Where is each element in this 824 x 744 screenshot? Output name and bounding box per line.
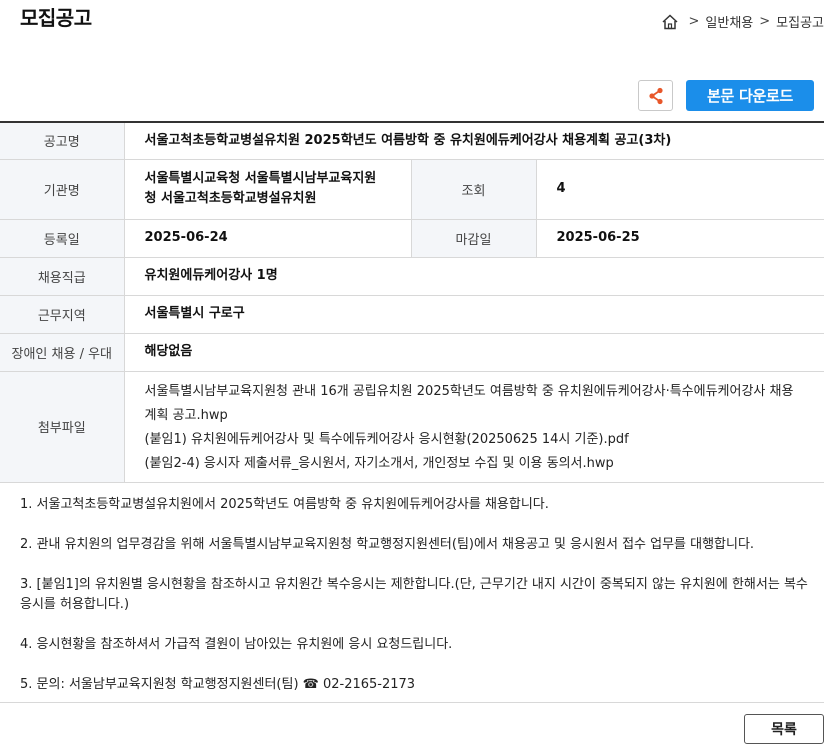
notice-paragraph: 1. 서울고척초등학교병설유치원에서 2025학년도 여름방학 중 유치원에듀케… (20, 497, 549, 512)
home-icon[interactable] (661, 13, 679, 31)
deadline-value: 2025-06-25 (536, 219, 824, 258)
table-row: 공고명 서울고척초등학교병설유치원 2025학년도 여름방학 중 유치원에듀케어… (0, 122, 824, 160)
page-title: 모집공고 (20, 6, 92, 30)
file-link-attachment-1[interactable]: (붙임1) 유치원에듀케어강사 및 특수에듀케어강사 응시현황(20250625… (145, 428, 805, 452)
position-value: 유치원에듀케어강사 1명 (124, 257, 824, 296)
breadcrumb-separator: > (759, 14, 771, 29)
title-value: 서울고척초등학교병설유치원 2025학년도 여름방학 중 유치원에듀케어강사 채… (124, 122, 824, 160)
share-button[interactable] (638, 80, 673, 111)
reg-date-value: 2025-06-24 (124, 219, 412, 258)
region-value: 서울특별시 구로구 (124, 295, 824, 334)
table-row: 장애인 채용 / 우대 해당없음 (0, 333, 824, 372)
table-row: 기관명 서울특별시교육청 서울특별시남부교육지원 청 서울고척초등학교병설유치원… (0, 159, 824, 220)
region-label: 근무지역 (0, 295, 125, 334)
files-label: 첨부파일 (0, 371, 125, 483)
breadcrumb: > 일반채용 > 모집공고 (661, 12, 824, 31)
disability-label: 장애인 채용 / 우대 (0, 333, 125, 372)
table-row: 근무지역 서울특별시 구로구 (0, 295, 824, 334)
org-value: 서울특별시교육청 서울특별시남부교육지원 청 서울고척초등학교병설유치원 (124, 159, 412, 220)
download-button[interactable]: 본문 다운로드 (686, 80, 814, 111)
notice-paragraph: 4. 응시현황을 참조하셔서 가급적 결원이 남아있는 유치원에 응시 요청드립… (20, 637, 453, 652)
position-label: 채용직급 (0, 257, 125, 296)
notice-body: 1. 서울고척초등학교병설유치원에서 2025학년도 여름방학 중 유치원에듀케… (20, 495, 810, 715)
file-link-announcement[interactable]: 서울특별시남부교육지원청 관내 16개 공립유치원 2025학년도 여름방학 중… (145, 380, 805, 428)
share-icon (648, 87, 663, 104)
list-button[interactable]: 목록 (744, 714, 824, 744)
reg-date-label: 등록일 (0, 219, 125, 258)
table-row: 채용직급 유치원에듀케어강사 1명 (0, 257, 824, 296)
notice-paragraph: 5. 문의: 서울남부교육지원청 학교행정지원센터(팀) ☎ 02-2165-2… (20, 677, 416, 692)
job-info-table: 공고명 서울고척초등학교병설유치원 2025학년도 여름방학 중 유치원에듀케어… (0, 121, 824, 483)
org-value-line2: 청 서울고척초등학교병설유치원 (144, 191, 317, 206)
disability-value: 해당없음 (124, 333, 824, 372)
notice-paragraph: 2. 관내 유치원의 업무경감을 위해 서울특별시남부교육지원청 학교행정지원센… (20, 537, 755, 552)
files-list: 서울특별시남부교육지원청 관내 16개 공립유치원 2025학년도 여름방학 중… (124, 371, 824, 483)
deadline-label: 마감일 (411, 219, 537, 258)
breadcrumb-item-general[interactable]: 일반채용 (705, 12, 753, 31)
notice-paragraph: 3. [붙임1]의 유치원별 응시현황을 참조하시고 유치원간 복수응시는 제한… (20, 577, 808, 612)
org-label: 기관명 (0, 159, 125, 220)
table-row: 등록일 2025-06-24 마감일 2025-06-25 (0, 219, 824, 258)
org-value-line1: 서울특별시교육청 서울특별시남부교육지원 (144, 171, 377, 186)
breadcrumb-separator: > (688, 14, 700, 29)
file-link-attachment-2[interactable]: (붙임2-4) 응시자 제출서류_응시원서, 자기소개서, 개인정보 수집 및 … (145, 452, 805, 476)
title-label: 공고명 (0, 122, 125, 160)
views-value: 4 (536, 159, 824, 220)
table-row: 첨부파일 서울특별시남부교육지원청 관내 16개 공립유치원 2025학년도 여… (0, 371, 824, 483)
divider (0, 702, 824, 703)
views-label: 조회 (411, 159, 537, 220)
breadcrumb-item-recruit[interactable]: 모집공고 (776, 12, 824, 31)
